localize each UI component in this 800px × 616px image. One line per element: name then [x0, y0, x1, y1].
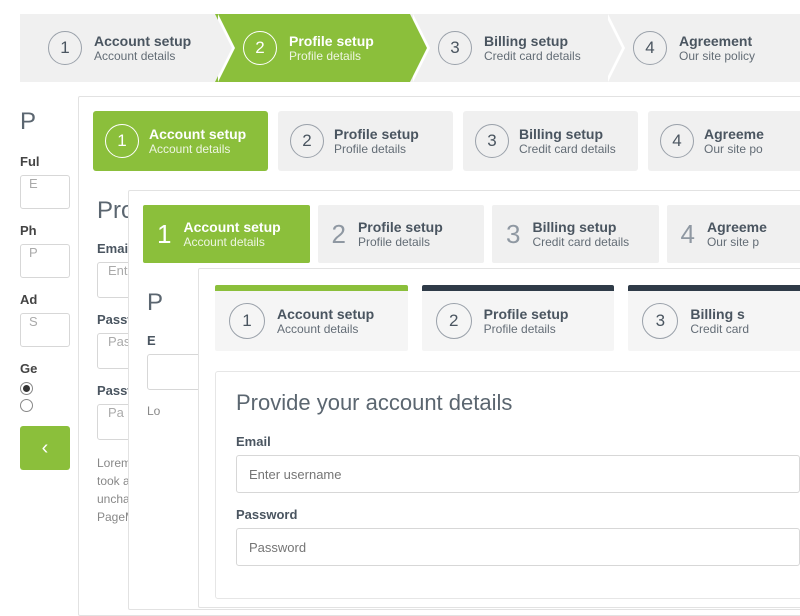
- wizard-a-step-1[interactable]: 1 Account setup Account details: [20, 14, 215, 82]
- wizard-b-step-1[interactable]: 1 Account setup Account details: [93, 111, 268, 171]
- wizard-c-step-2[interactable]: 2 Profile setup Profile details: [318, 205, 485, 263]
- chevron-left-icon: ‹: [42, 437, 49, 460]
- step-subtitle: Our site policy: [679, 49, 755, 63]
- step-title: Billing setup: [532, 219, 629, 235]
- password-input[interactable]: [236, 528, 800, 566]
- step-subtitle: Account details: [277, 322, 374, 336]
- step-title: Profile setup: [358, 219, 443, 235]
- step-subtitle: Profile details: [334, 142, 419, 156]
- gender-label: Ge: [20, 361, 80, 376]
- step-title: Account setup: [94, 33, 191, 49]
- step-title: Profile setup: [484, 306, 569, 322]
- wizard-a-step-4[interactable]: 4 Agreement Our site policy: [605, 14, 800, 82]
- account-form: Provide your account details Email Passw…: [215, 371, 800, 599]
- arrow-icon: [142, 205, 160, 263]
- wizard-c-step-3[interactable]: 3 Billing setup Credit card details: [492, 205, 659, 263]
- step-title: Agreement: [679, 33, 755, 49]
- step-subtitle: Profile details: [358, 235, 443, 249]
- address-input[interactable]: S: [20, 313, 70, 347]
- wizard-b-step-4[interactable]: 4 Agreeme Our site po: [648, 111, 800, 171]
- step-subtitle: Our site p: [707, 235, 767, 249]
- form-heading: P: [20, 108, 80, 136]
- password-label: Password: [236, 507, 800, 522]
- wizard-d-step-2[interactable]: 2 Profile setup Profile details: [422, 285, 615, 351]
- wizard-a-step-2[interactable]: 2 Profile setup Profile details: [215, 14, 410, 82]
- wizard-tabbed-row: 1 Account setup Account details 2 Profil…: [199, 269, 800, 367]
- form-heading: Provide your account details: [236, 390, 800, 416]
- fullname-input[interactable]: E: [20, 175, 70, 209]
- email-label: Email: [236, 434, 800, 449]
- step-subtitle: Account details: [94, 49, 191, 63]
- step-subtitle: Credit card details: [484, 49, 581, 63]
- step-subtitle: Account details: [149, 142, 246, 156]
- wizard-d-step-3[interactable]: 3 Billing s Credit card: [628, 285, 800, 351]
- wizard-a-step-3[interactable]: 3 Billing setup Credit card details: [410, 14, 605, 82]
- arrow-icon: [666, 205, 684, 263]
- fullname-label: Ful: [20, 154, 80, 169]
- wizard-b-step-3[interactable]: 3 Billing setup Credit card details: [463, 111, 638, 171]
- arrow-icon: [317, 205, 335, 263]
- wizard-arrowpill-row: 1 Account setup Account details 2 Profil…: [129, 191, 800, 277]
- address-label: Ad: [20, 292, 80, 307]
- form-layer-1: P Ful E Ph P Ad S Ge ‹: [20, 108, 80, 470]
- step-title: Agreeme: [707, 219, 767, 235]
- step-subtitle: Credit card details: [532, 235, 629, 249]
- step-title: Profile setup: [289, 33, 374, 49]
- wizard-b-step-2[interactable]: 2 Profile setup Profile details: [278, 111, 453, 171]
- step-subtitle: Credit card details: [519, 142, 616, 156]
- step-number: 4: [633, 31, 667, 65]
- step-title: Account setup: [277, 306, 374, 322]
- step-title: Profile setup: [334, 126, 419, 142]
- radio-icon: [20, 399, 33, 412]
- step-number: 2: [290, 124, 324, 158]
- wizard-arrow-row: 1 Account setup Account details 2 Profil…: [20, 14, 800, 82]
- step-number: 1: [229, 303, 265, 339]
- wizard-d-step-1[interactable]: 1 Account setup Account details: [215, 285, 408, 351]
- step-title: Billing setup: [519, 126, 616, 142]
- step-title: Billing setup: [484, 33, 581, 49]
- step-number: 3: [438, 31, 472, 65]
- phone-label: Ph: [20, 223, 80, 238]
- card-layer-4: 1 Account setup Account details 2 Profil…: [198, 268, 800, 608]
- step-subtitle: Our site po: [704, 142, 764, 156]
- step-number: 3: [475, 124, 509, 158]
- step-title: Agreeme: [704, 126, 764, 142]
- step-number: 4: [660, 124, 694, 158]
- step-title: Account setup: [183, 219, 280, 235]
- wizard-c-step-4[interactable]: 4 Agreeme Our site p: [667, 205, 800, 263]
- wizard-pill-row: 1 Account setup Account details 2 Profil…: [79, 97, 800, 185]
- email-input[interactable]: [236, 455, 800, 493]
- wizard-c-step-1[interactable]: 1 Account setup Account details: [143, 205, 310, 263]
- step-subtitle: Profile details: [484, 322, 569, 336]
- step-title: Billing s: [690, 306, 749, 322]
- back-button[interactable]: ‹: [20, 426, 70, 470]
- phone-input[interactable]: P: [20, 244, 70, 278]
- gender-radio-1[interactable]: [20, 382, 80, 395]
- arrow-icon: [491, 205, 509, 263]
- step-number: 3: [642, 303, 678, 339]
- radio-icon: [20, 382, 33, 395]
- step-number: 1: [105, 124, 139, 158]
- step-subtitle: Profile details: [289, 49, 374, 63]
- step-number: 1: [48, 31, 82, 65]
- gender-radio-2[interactable]: [20, 399, 80, 412]
- step-subtitle: Account details: [183, 235, 280, 249]
- step-subtitle: Credit card: [690, 322, 749, 336]
- step-title: Account setup: [149, 126, 246, 142]
- step-number: 2: [243, 31, 277, 65]
- step-number: 2: [436, 303, 472, 339]
